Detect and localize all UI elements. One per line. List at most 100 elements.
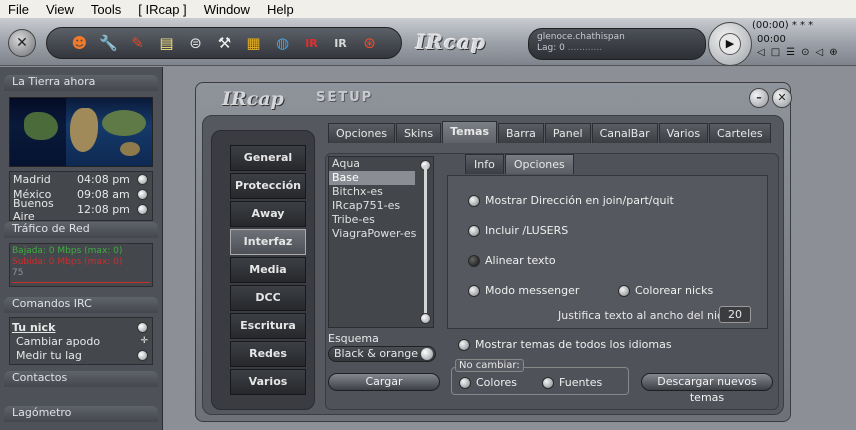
earth-title: La Tierra ahora xyxy=(4,75,158,91)
traffic-title: Tráfico de Red xyxy=(4,222,158,238)
radio-icon[interactable] xyxy=(468,284,480,297)
nav-escritura[interactable]: Escritura xyxy=(230,313,306,339)
clock-option-icon[interactable] xyxy=(137,174,148,185)
menu-window[interactable]: Window xyxy=(196,2,259,17)
nav-interfaz[interactable]: Interfaz xyxy=(230,229,306,255)
nav-redes[interactable]: Redes xyxy=(230,341,306,367)
nick-width-field[interactable]: 20 xyxy=(719,306,751,323)
scrollbar[interactable] xyxy=(424,165,427,317)
clock-option-icon[interactable] xyxy=(137,204,148,215)
list-item[interactable]: Bitchx-es xyxy=(329,185,433,199)
option-fuentes[interactable]: Fuentes xyxy=(542,376,602,389)
ircap-icon[interactable]: IR xyxy=(328,32,353,54)
radio-icon[interactable] xyxy=(468,254,480,267)
tools-icon[interactable]: ⚒ xyxy=(212,32,237,54)
media-player-dial[interactable]: ▶ xyxy=(708,22,752,66)
settings-icon[interactable]: ⊕ xyxy=(829,47,837,58)
lag-bar: ............ xyxy=(567,43,603,53)
radio-icon[interactable] xyxy=(618,284,630,297)
playlist-icon[interactable]: ☰ xyxy=(786,47,795,58)
option-mostrar-direccion[interactable]: Mostrar Dirección en join/part/quit xyxy=(468,194,674,207)
tab-varios[interactable]: Varios xyxy=(658,123,709,143)
no-cambiar-label: No cambiar: xyxy=(455,359,524,372)
menu-ircap[interactable]: [ IRcap ] xyxy=(130,2,195,17)
prev-icon[interactable]: ◁ xyxy=(757,47,765,58)
gift-icon[interactable]: ▦ xyxy=(241,32,266,54)
radio-icon[interactable] xyxy=(468,224,480,237)
minimize-icon[interactable]: – xyxy=(749,88,769,108)
smiley-icon[interactable]: ☻ xyxy=(67,32,92,54)
lag-text: Lag: 0 xyxy=(537,43,565,53)
option-colorear-nicks[interactable]: Colorear nicks xyxy=(618,284,713,297)
list-item[interactable]: Tribe-es xyxy=(329,213,433,227)
list-item[interactable]: IRcap751-es xyxy=(329,199,433,213)
dialog-logo: IRcap xyxy=(222,88,284,110)
list-item[interactable]: Tu nick xyxy=(12,320,152,334)
subtab-opciones[interactable]: Opciones xyxy=(504,154,574,174)
play-icon[interactable]: ▶ xyxy=(719,33,741,55)
option-alinear-texto[interactable]: Alinear texto xyxy=(468,254,556,267)
player-controls: ◁ □ ☰ ⊙ ◁ ⊕ xyxy=(757,47,838,58)
scroll-down-icon[interactable] xyxy=(420,313,431,324)
lifebuoy-icon[interactable]: ⊛ xyxy=(357,32,382,54)
descargar-temas-button[interactable]: Descargar nuevos temas xyxy=(641,373,773,404)
option-modo-messenger[interactable]: Modo messenger xyxy=(468,284,579,297)
tab-canalbar[interactable]: CanalBar xyxy=(591,123,658,143)
globe-icon[interactable]: ◍ xyxy=(270,32,295,54)
toolbar-icon-bar: ☻ 🔧 ✎ ▤ ⊜ ⚒ ▦ ◍ IR IR ⊛ xyxy=(46,27,402,59)
option-incluir-lusers[interactable]: Incluir /LUSERS xyxy=(468,224,568,237)
menu-file[interactable]: File xyxy=(0,2,38,17)
chevron-down-icon[interactable] xyxy=(421,348,433,360)
notes-icon[interactable]: ▤ xyxy=(154,32,179,54)
radio-icon[interactable] xyxy=(542,376,554,389)
esquema-select[interactable]: Black & orange xyxy=(328,346,436,362)
tab-opciones[interactable]: Opciones xyxy=(328,123,395,143)
menu-help[interactable]: Help xyxy=(259,2,303,17)
record-icon[interactable]: ⊙ xyxy=(801,47,809,58)
list-item[interactable]: Aqua xyxy=(329,157,433,171)
list-item[interactable]: Base xyxy=(329,171,415,185)
nav-dcc[interactable]: DCC xyxy=(230,285,306,311)
list-item[interactable]: ViagraPower-es xyxy=(329,227,433,241)
themes-list[interactable]: Aqua Base Bitchx-es IRcap751-es Tribe-es… xyxy=(328,156,434,328)
radio-icon[interactable] xyxy=(468,194,480,207)
pencil-icon[interactable]: ✎ xyxy=(125,32,150,54)
stop-icon[interactable]: □ xyxy=(771,47,780,58)
lagometer-title: Lagómetro xyxy=(4,406,158,422)
option-colores[interactable]: Colores xyxy=(459,376,517,389)
sub-tabs: Info Opciones xyxy=(465,154,575,174)
nav-varios[interactable]: Varios xyxy=(230,369,306,395)
radio-icon[interactable] xyxy=(459,376,471,389)
server-name: glenoce.chathispan xyxy=(537,32,625,42)
volume-icon[interactable]: ◁ xyxy=(816,47,824,58)
nav-proteccion[interactable]: Protección xyxy=(230,173,306,199)
menu-tools[interactable]: Tools xyxy=(83,2,130,17)
cargar-button[interactable]: Cargar xyxy=(328,373,440,391)
close-icon[interactable]: ✕ xyxy=(8,29,36,57)
expand-icon[interactable] xyxy=(137,349,148,361)
traffic-up: Subida: 0 Mbps (max: 0) xyxy=(12,257,123,267)
tab-barra[interactable]: Barra xyxy=(498,123,544,143)
server-icon[interactable]: ⊜ xyxy=(183,32,208,54)
irc-icon[interactable]: IR xyxy=(299,32,324,54)
menu-view[interactable]: View xyxy=(38,2,83,17)
wrench-icon[interactable]: 🔧 xyxy=(96,32,121,54)
option-mostrar-temas[interactable]: Mostrar temas de todos los idiomas xyxy=(458,338,672,351)
side-panel: La Tierra ahora Madrid 04:08 pm México 09:… xyxy=(0,67,163,430)
nav-away[interactable]: Away xyxy=(230,201,306,227)
tab-temas[interactable]: Temas xyxy=(442,121,498,143)
tab-carteles[interactable]: Carteles xyxy=(709,123,771,143)
tab-panel[interactable]: Panel xyxy=(544,123,591,143)
traffic-graph: Bajada: 0 Mbps (max: 0) Subida: 0 Mbps (… xyxy=(9,243,153,287)
subtab-info[interactable]: Info xyxy=(465,154,504,174)
radio-icon[interactable] xyxy=(458,338,470,351)
esquema-label: Esquema xyxy=(328,332,379,345)
nav-general[interactable]: General xyxy=(230,145,306,171)
collapse-icon[interactable] xyxy=(137,321,148,333)
close-icon[interactable]: ✕ xyxy=(772,88,792,108)
list-item[interactable]: Medir tu lag xyxy=(12,348,152,362)
tab-skins[interactable]: Skins xyxy=(395,123,442,143)
list-item[interactable]: Cambiar apodo ✛ xyxy=(12,334,152,348)
nav-media[interactable]: Media xyxy=(230,257,306,283)
clock-option-icon[interactable] xyxy=(137,189,148,200)
